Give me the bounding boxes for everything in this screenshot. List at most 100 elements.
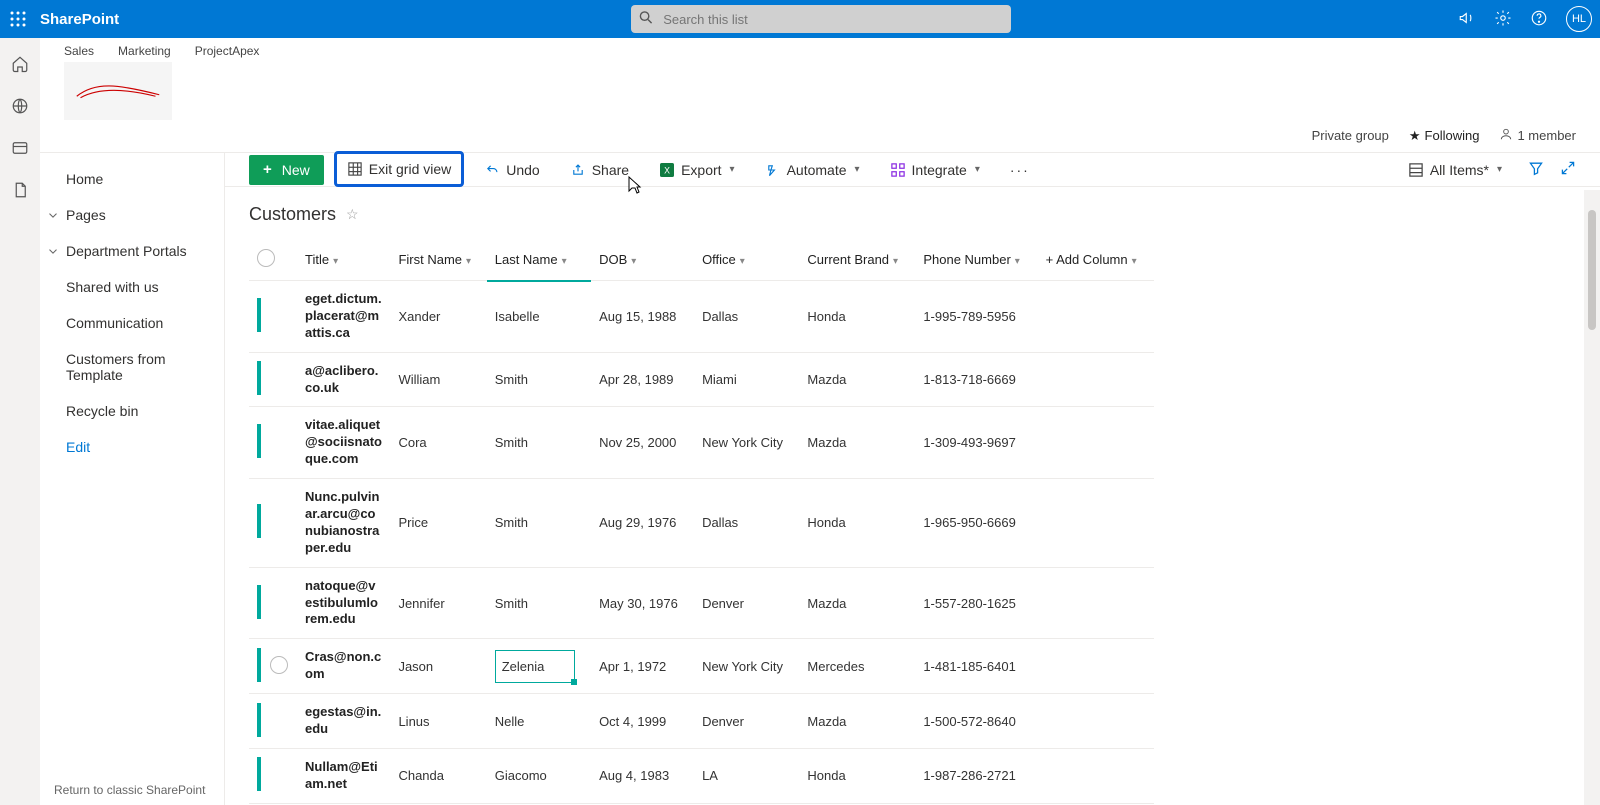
col-last-name[interactable]: Last Name▾ [487, 237, 591, 281]
home-icon[interactable] [10, 54, 30, 74]
cell-title[interactable]: vitae.aliquet@sociisnatoque.com [297, 407, 390, 479]
cell-brand[interactable]: Mazda [799, 407, 915, 479]
col-title[interactable]: Title▾ [297, 237, 390, 281]
cell-office[interactable]: New York City [694, 639, 799, 694]
cell-title[interactable]: Nullam@Etiam.net [297, 748, 390, 803]
cell-phone[interactable]: 1-557-280-1625 [915, 567, 1037, 639]
cell-office[interactable]: Denver [694, 694, 799, 749]
col-add[interactable]: + Add Column▾ [1038, 237, 1154, 281]
table-row[interactable]: Cras@non.comJasonZeleniaApr 1, 1972New Y… [249, 639, 1154, 694]
help-icon[interactable] [1530, 9, 1548, 30]
cell-first[interactable]: Cora [390, 407, 486, 479]
cell-phone[interactable]: 1-813-718-6669 [915, 352, 1037, 407]
cell-phone[interactable]: 1-987-286-2721 [915, 748, 1037, 803]
members-count[interactable]: 1 member [1499, 127, 1576, 144]
cell-dob[interactable]: Apr 1, 1972 [591, 639, 694, 694]
cell-phone[interactable]: 1-995-789-5956 [915, 281, 1037, 353]
cell-office[interactable]: LA [694, 748, 799, 803]
megaphone-icon[interactable] [1458, 9, 1476, 30]
nav-department-portals[interactable]: Department Portals [40, 233, 224, 269]
table-row[interactable]: egestas@in.eduLinusNelleOct 4, 1999Denve… [249, 694, 1154, 749]
cell-brand[interactable]: Mazda [799, 694, 915, 749]
select-all-toggle[interactable] [257, 249, 275, 267]
scrollbar[interactable] [1584, 190, 1600, 805]
undo-button[interactable]: Undo [474, 155, 549, 185]
cell-brand[interactable]: Mercedes [799, 639, 915, 694]
files-icon[interactable] [10, 180, 30, 200]
nav-shared[interactable]: Shared with us [40, 269, 224, 305]
cell-title[interactable]: a@aclibero.co.uk [297, 352, 390, 407]
cell-dob[interactable]: Aug 15, 1988 [591, 281, 694, 353]
table-row[interactable]: natoque@vestibulumlorem.eduJenniferSmith… [249, 567, 1154, 639]
nav-recycle-bin[interactable]: Recycle bin [40, 393, 224, 429]
settings-icon[interactable] [1494, 9, 1512, 30]
automate-button[interactable]: Automate▾ [755, 155, 870, 185]
export-button[interactable]: X Export▾ [649, 155, 745, 185]
nav-customers-template[interactable]: Customers from Template [40, 341, 224, 393]
cell-first[interactable]: William [390, 352, 486, 407]
site-logo[interactable] [64, 62, 172, 120]
user-avatar[interactable]: HL [1566, 6, 1592, 32]
cell-title[interactable]: Nunc.pulvinar.arcu@conubianostraper.edu [297, 479, 390, 568]
follow-toggle[interactable]: ★ Following [1409, 128, 1480, 144]
data-grid[interactable]: Title▾ First Name▾ Last Name▾ DOB▾ Offic… [249, 237, 1154, 805]
col-office[interactable]: Office▾ [694, 237, 799, 281]
cell-title[interactable]: egestas@in.edu [297, 694, 390, 749]
cell-first[interactable]: Jason [390, 639, 486, 694]
col-brand[interactable]: Current Brand▾ [799, 237, 915, 281]
cell-last[interactable]: Smith [487, 352, 591, 407]
cell-last[interactable]: Isabelle [487, 281, 591, 353]
cell-office[interactable]: Denver [694, 567, 799, 639]
globe-icon[interactable] [10, 96, 30, 116]
cell-last[interactable]: Smith [487, 407, 591, 479]
cell-dob[interactable]: Apr 28, 1989 [591, 352, 694, 407]
cell-office[interactable]: Miami [694, 352, 799, 407]
exit-grid-view-button[interactable]: Exit grid view [334, 151, 464, 187]
col-phone[interactable]: Phone Number▾ [915, 237, 1037, 281]
nav-communication[interactable]: Communication [40, 305, 224, 341]
nav-edit[interactable]: Edit [40, 429, 224, 465]
cell-first[interactable]: Price [390, 479, 486, 568]
cell-office[interactable]: Dallas [694, 281, 799, 353]
hub-link[interactable]: Marketing [118, 44, 171, 58]
table-row[interactable]: Nullam@Etiam.netChandaGiacomoAug 4, 1983… [249, 748, 1154, 803]
cell-office[interactable]: Dallas [694, 479, 799, 568]
table-row[interactable]: eget.dictum.placerat@mattis.caXanderIsab… [249, 281, 1154, 353]
cell-dob[interactable]: Aug 29, 1976 [591, 479, 694, 568]
scroll-thumb[interactable] [1588, 210, 1596, 330]
return-classic-link[interactable]: Return to classic SharePoint [54, 783, 205, 797]
cell-title[interactable]: eget.dictum.placerat@mattis.ca [297, 281, 390, 353]
col-dob[interactable]: DOB▾ [591, 237, 694, 281]
app-launcher-icon[interactable] [8, 9, 28, 29]
filter-icon[interactable] [1528, 160, 1544, 179]
hub-link[interactable]: ProjectApex [195, 44, 260, 58]
cell-first[interactable]: Xander [390, 281, 486, 353]
cell-editing[interactable]: Zelenia [495, 650, 575, 683]
cell-brand[interactable]: Honda [799, 281, 915, 353]
cell-brand[interactable]: Honda [799, 748, 915, 803]
cell-last[interactable]: Giacomo [487, 748, 591, 803]
search-input[interactable] [631, 5, 1011, 33]
favorite-star-icon[interactable]: ☆ [346, 206, 359, 223]
news-icon[interactable] [10, 138, 30, 158]
new-button[interactable]: New [249, 155, 324, 185]
cell-phone[interactable]: 1-309-493-9697 [915, 407, 1037, 479]
cell-dob[interactable]: May 30, 1976 [591, 567, 694, 639]
cell-dob[interactable]: Aug 4, 1983 [591, 748, 694, 803]
cell-first[interactable]: Jennifer [390, 567, 486, 639]
cell-phone[interactable]: 1-965-950-6669 [915, 479, 1037, 568]
nav-home[interactable]: Home [40, 161, 224, 197]
cell-last[interactable]: Smith [487, 479, 591, 568]
hub-link[interactable]: Sales [64, 44, 94, 58]
cell-brand[interactable]: Honda [799, 479, 915, 568]
table-row[interactable]: Nunc.pulvinar.arcu@conubianostraper.eduP… [249, 479, 1154, 568]
overflow-button[interactable]: ··· [1000, 155, 1040, 185]
nav-pages[interactable]: Pages [40, 197, 224, 233]
cell-title[interactable]: natoque@vestibulumlorem.edu [297, 567, 390, 639]
expand-icon[interactable] [1560, 160, 1576, 179]
cell-brand[interactable]: Mazda [799, 352, 915, 407]
cell-brand[interactable]: Mazda [799, 567, 915, 639]
cell-first[interactable]: Chanda [390, 748, 486, 803]
view-selector[interactable]: All Items*▾ [1398, 155, 1512, 185]
integrate-button[interactable]: Integrate▾ [880, 155, 990, 185]
